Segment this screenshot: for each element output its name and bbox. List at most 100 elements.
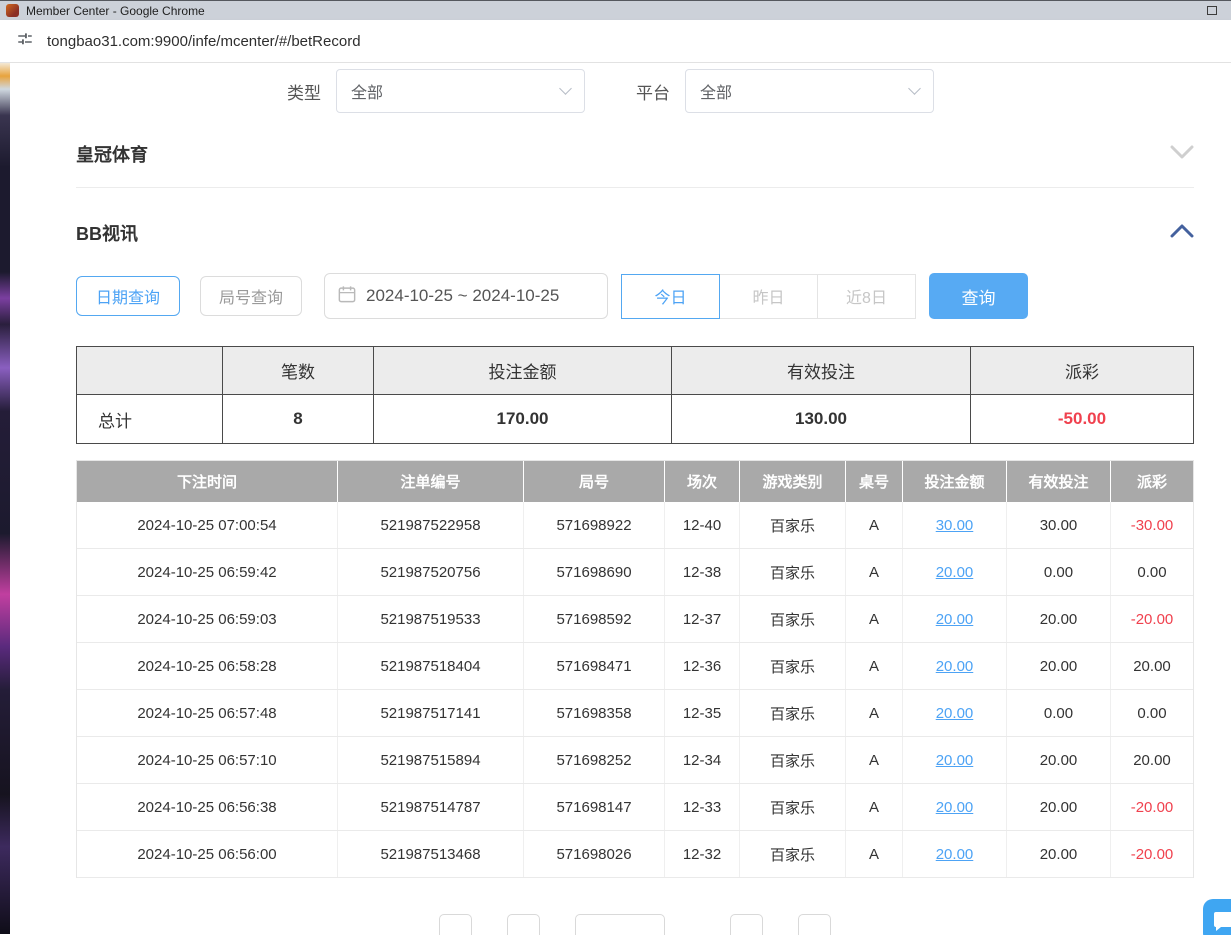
address-bar[interactable]: tongbao31.com:9900/infe/mcenter/#/betRec…	[47, 33, 361, 50]
bet-amount-link[interactable]: 30.00	[903, 502, 1007, 548]
header-bet-time: 下注时间	[77, 461, 338, 502]
section-crown-sports[interactable]: 皇冠体育	[76, 139, 1194, 169]
summary-total-row: 总计 8 170.00 130.00 -50.00	[77, 395, 1193, 443]
table-row: 2024-10-25 06:57:10 521987515894 5716982…	[77, 737, 1193, 784]
cell-order-number: 521987515894	[338, 737, 524, 783]
window-titlebar: Member Center - Google Chrome	[0, 0, 1231, 20]
cell-session: 12-40	[665, 502, 740, 548]
pagination-prev-button[interactable]	[439, 914, 472, 935]
search-button[interactable]: 查询	[929, 273, 1028, 319]
cell-bet-time: 2024-10-25 06:58:28	[77, 643, 338, 689]
summary-bet-amount-value: 170.00	[374, 395, 672, 443]
table-row: 2024-10-25 06:59:03 521987519533 5716985…	[77, 596, 1193, 643]
chat-button[interactable]	[1203, 899, 1231, 935]
background-window-strip	[0, 63, 10, 934]
cell-bet-time: 2024-10-25 06:59:42	[77, 549, 338, 595]
window-title: Member Center - Google Chrome	[26, 4, 205, 18]
pagination-page-button[interactable]	[507, 914, 540, 935]
cell-order-number: 521987514787	[338, 784, 524, 830]
header-payout: 派彩	[1111, 461, 1193, 502]
round-query-button[interactable]: 局号查询	[200, 276, 302, 316]
bet-amount-link[interactable]: 20.00	[903, 831, 1007, 877]
site-settings-icon[interactable]	[16, 30, 34, 53]
bet-amount-link[interactable]: 20.00	[903, 643, 1007, 689]
table-header-row: 下注时间 注单编号 局号 场次 游戏类别 桌号 投注金额 有效投注 派彩	[77, 461, 1193, 502]
cell-table-number: A	[846, 690, 903, 736]
pagination-jump-button[interactable]	[798, 914, 831, 935]
cell-session: 12-33	[665, 784, 740, 830]
last-8-days-button[interactable]: 近8日	[818, 274, 916, 319]
cell-session: 12-32	[665, 831, 740, 877]
browser-window: Member Center - Google Chrome tongbao31.…	[0, 0, 1231, 935]
cell-round-number: 571698592	[524, 596, 665, 642]
date-query-button[interactable]: 日期查询	[76, 276, 180, 316]
cell-payout: -20.00	[1111, 831, 1193, 877]
cell-game-type: 百家乐	[740, 784, 846, 830]
platform-filter-value: 全部	[700, 79, 732, 103]
cell-table-number: A	[846, 549, 903, 595]
bet-amount-link[interactable]: 20.00	[903, 596, 1007, 642]
filter-row: 类型 全部 平台 全部	[287, 63, 1194, 113]
cell-table-number: A	[846, 831, 903, 877]
browser-toolbar: tongbao31.com:9900/infe/mcenter/#/betRec…	[0, 20, 1231, 63]
pagination-size-select[interactable]	[575, 914, 665, 935]
platform-filter-select[interactable]: 全部	[685, 69, 934, 113]
cell-valid-bet: 20.00	[1007, 643, 1111, 689]
bet-amount-link[interactable]: 20.00	[903, 549, 1007, 595]
date-range-picker[interactable]: 2024-10-25 ~ 2024-10-25	[324, 273, 608, 319]
cell-session: 12-34	[665, 737, 740, 783]
cell-bet-time: 2024-10-25 06:57:10	[77, 737, 338, 783]
cell-payout: -30.00	[1111, 502, 1193, 548]
cell-game-type: 百家乐	[740, 643, 846, 689]
bet-amount-link[interactable]: 20.00	[903, 784, 1007, 830]
cell-bet-time: 2024-10-25 06:57:48	[77, 690, 338, 736]
table-row: 2024-10-25 06:58:28 521987518404 5716984…	[77, 643, 1193, 690]
cell-round-number: 571698147	[524, 784, 665, 830]
summary-valid-bet-value: 130.00	[672, 395, 971, 443]
table-row: 2024-10-25 06:56:38 521987514787 5716981…	[77, 784, 1193, 831]
cell-game-type: 百家乐	[740, 690, 846, 736]
cell-round-number: 571698252	[524, 737, 665, 783]
cell-table-number: A	[846, 596, 903, 642]
header-valid-bet: 有效投注	[1007, 461, 1111, 502]
header-game-type: 游戏类别	[740, 461, 846, 502]
cell-order-number: 521987519533	[338, 596, 524, 642]
cell-table-number: A	[846, 502, 903, 548]
cell-payout: -20.00	[1111, 596, 1193, 642]
summary-payout-value: -50.00	[971, 395, 1193, 443]
bb-video-title: BB视讯	[76, 220, 138, 246]
chevron-down-icon[interactable]	[1170, 145, 1194, 164]
cell-game-type: 百家乐	[740, 502, 846, 548]
type-filter-value: 全部	[351, 79, 383, 103]
chevron-down-icon	[908, 82, 921, 95]
cell-bet-time: 2024-10-25 06:56:00	[77, 831, 338, 877]
maximize-icon[interactable]	[1207, 6, 1217, 15]
cell-round-number: 571698690	[524, 549, 665, 595]
cell-payout: 0.00	[1111, 690, 1193, 736]
summary-count-value: 8	[223, 395, 374, 443]
summary-header-row: 笔数 投注金额 有效投注 派彩	[77, 347, 1193, 395]
header-round-number: 局号	[524, 461, 665, 502]
summary-total-label: 总计	[77, 395, 223, 443]
cell-bet-time: 2024-10-25 07:00:54	[77, 502, 338, 548]
pagination-next-button[interactable]	[730, 914, 763, 935]
summary-header-payout: 派彩	[971, 347, 1193, 394]
table-row: 2024-10-25 06:56:00 521987513468 5716980…	[77, 831, 1193, 878]
bet-amount-link[interactable]: 20.00	[903, 690, 1007, 736]
cell-table-number: A	[846, 737, 903, 783]
section-divider	[76, 187, 1194, 188]
type-filter-select[interactable]: 全部	[336, 69, 585, 113]
calendar-icon	[338, 285, 356, 308]
bet-amount-link[interactable]: 20.00	[903, 737, 1007, 783]
summary-header-count: 笔数	[223, 347, 374, 394]
cell-round-number: 571698358	[524, 690, 665, 736]
cell-payout: 20.00	[1111, 643, 1193, 689]
yesterday-button[interactable]: 昨日	[720, 274, 818, 319]
section-bb-video[interactable]: BB视讯	[76, 218, 1194, 248]
cell-round-number: 571698922	[524, 502, 665, 548]
cell-game-type: 百家乐	[740, 549, 846, 595]
table-body: 2024-10-25 07:00:54 521987522958 5716989…	[77, 502, 1193, 878]
type-filter-label: 类型	[287, 79, 321, 104]
chevron-up-icon[interactable]	[1170, 224, 1194, 243]
today-button[interactable]: 今日	[621, 274, 720, 319]
